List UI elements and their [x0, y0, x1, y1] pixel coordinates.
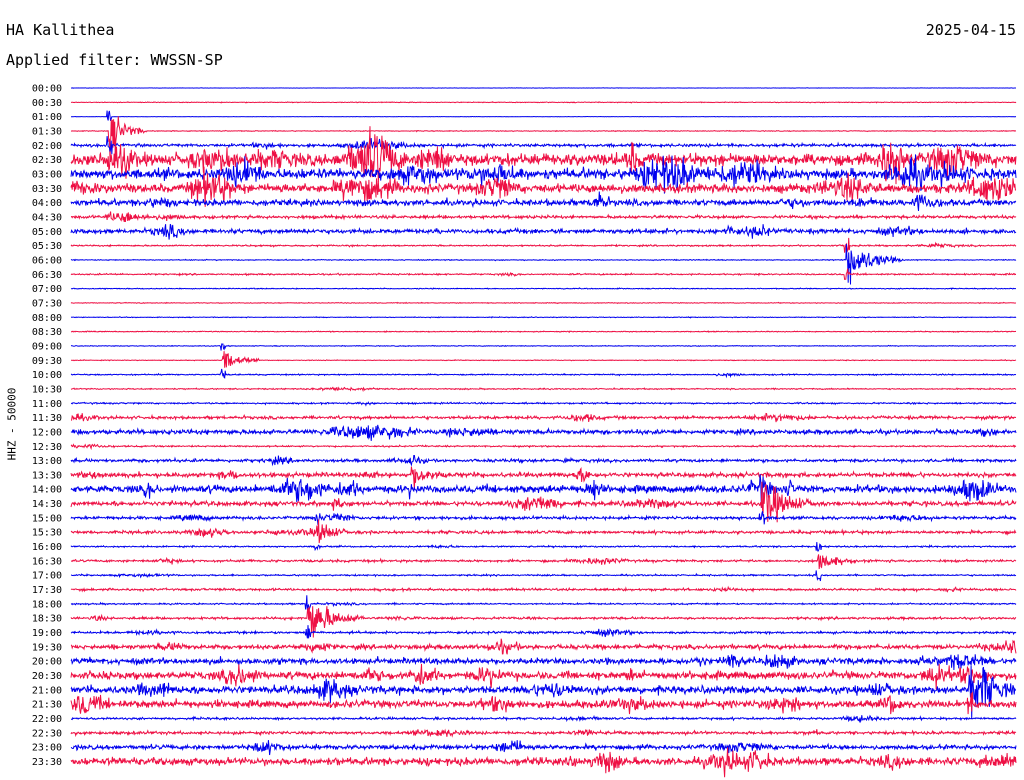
trace-row — [70, 424, 1017, 441]
trace-row — [70, 237, 1017, 253]
trace-row — [70, 401, 1017, 407]
trace-row — [70, 747, 1017, 778]
time-label: 06:30 — [32, 270, 62, 281]
trace-row — [70, 554, 1017, 570]
time-label: 16:00 — [32, 542, 62, 553]
time-label: 17:00 — [32, 571, 62, 582]
time-label: 11:00 — [32, 399, 62, 410]
time-label: 04:00 — [32, 198, 62, 209]
time-label: 07:00 — [32, 284, 62, 295]
channel-label: HHZ - 50000 — [5, 387, 19, 461]
time-label: 17:30 — [32, 585, 62, 596]
trace-row — [70, 665, 1017, 720]
trace-row — [70, 330, 1017, 334]
time-label: 08:30 — [32, 327, 62, 338]
time-label: 01:30 — [32, 126, 62, 137]
time-label: 04:30 — [32, 212, 62, 223]
time-label: 08:00 — [32, 313, 62, 324]
helicorder-plot: 00:00 00:30 01:00 01:30 02:00 02:30 03:00 03:30… — [32, 84, 1017, 778]
time-label: 09:30 — [32, 356, 62, 367]
time-label: 21:30 — [32, 700, 62, 711]
trace-row — [71, 412, 1017, 423]
time-label: 03:00 — [32, 169, 62, 180]
time-label: 06:00 — [32, 255, 62, 266]
trace-row — [70, 691, 1017, 715]
time-label: 01:00 — [32, 112, 62, 123]
time-label: 22:00 — [32, 714, 62, 725]
time-label: 20:00 — [32, 657, 62, 668]
time-label: 10:30 — [32, 384, 62, 395]
time-label: 13:30 — [32, 470, 62, 481]
time-label: 02:30 — [32, 155, 62, 166]
trace-row — [70, 343, 1017, 351]
time-label: 21:00 — [32, 685, 62, 696]
trace-row — [70, 301, 1017, 305]
time-label: 05:30 — [32, 241, 62, 252]
trace-row — [70, 740, 1017, 756]
time-label: 18:00 — [32, 599, 62, 610]
station-title: HA Kallithea — [6, 21, 115, 39]
trace-row — [70, 443, 1017, 451]
time-label: 10:00 — [32, 370, 62, 381]
trace-row — [70, 570, 1017, 582]
trace-row — [70, 287, 1016, 291]
trace-row — [70, 386, 1017, 393]
trace-row — [70, 625, 1017, 639]
time-label: 14:30 — [32, 499, 62, 510]
time-labels: 00:00 00:30 01:00 01:30 02:00 02:30 03:00 03:30… — [32, 84, 62, 769]
time-label: 00:00 — [32, 84, 62, 95]
seismogram-traces — [70, 87, 1017, 778]
time-label: 15:30 — [32, 528, 62, 539]
trace-row — [70, 714, 1017, 724]
time-label: 02:00 — [32, 141, 62, 152]
time-label: 14:00 — [32, 485, 62, 496]
trace-row — [71, 351, 1017, 368]
trace-row — [70, 268, 1016, 280]
trace-row — [70, 191, 1017, 212]
trace-row — [70, 211, 1017, 223]
time-label: 18:30 — [32, 614, 62, 625]
date-label: 2025-04-15 — [925, 21, 1016, 39]
trace-row — [71, 110, 1017, 122]
trace-row — [70, 511, 1017, 526]
time-label: 07:30 — [32, 298, 62, 309]
time-label: 09:00 — [32, 341, 62, 352]
trace-row — [70, 595, 1017, 611]
trace-row — [70, 316, 1017, 319]
time-label: 22:30 — [32, 728, 62, 739]
trace-row — [70, 585, 1017, 593]
trace-row — [70, 116, 1017, 160]
trace-row — [70, 455, 1017, 467]
time-label: 23:30 — [32, 757, 62, 768]
trace-row — [70, 638, 1017, 655]
trace-row — [70, 136, 1017, 155]
time-label: 03:30 — [32, 184, 62, 195]
time-label: 05:00 — [32, 227, 62, 238]
time-label: 19:30 — [32, 642, 62, 653]
time-label: 00:30 — [32, 98, 62, 109]
trace-row — [70, 728, 1017, 738]
time-label: 20:30 — [32, 671, 62, 682]
trace-row — [70, 223, 1017, 240]
time-label: 16:30 — [32, 556, 62, 567]
time-label: 12:00 — [32, 427, 62, 438]
trace-row — [70, 542, 1017, 553]
time-label: 23:00 — [32, 743, 62, 754]
time-label: 13:00 — [32, 456, 62, 467]
trace-row — [70, 243, 1017, 285]
trace-row — [70, 519, 1017, 544]
filter-label: Applied filter: WWSSN-SP — [6, 51, 223, 69]
time-label: 12:30 — [32, 442, 62, 453]
trace-row — [70, 101, 1017, 104]
trace-row — [70, 663, 1017, 690]
trace-row — [70, 654, 1017, 671]
time-label: 19:00 — [32, 628, 62, 639]
trace-row — [70, 368, 1017, 379]
time-label: 11:30 — [32, 413, 62, 424]
time-label: 15:00 — [32, 513, 62, 524]
